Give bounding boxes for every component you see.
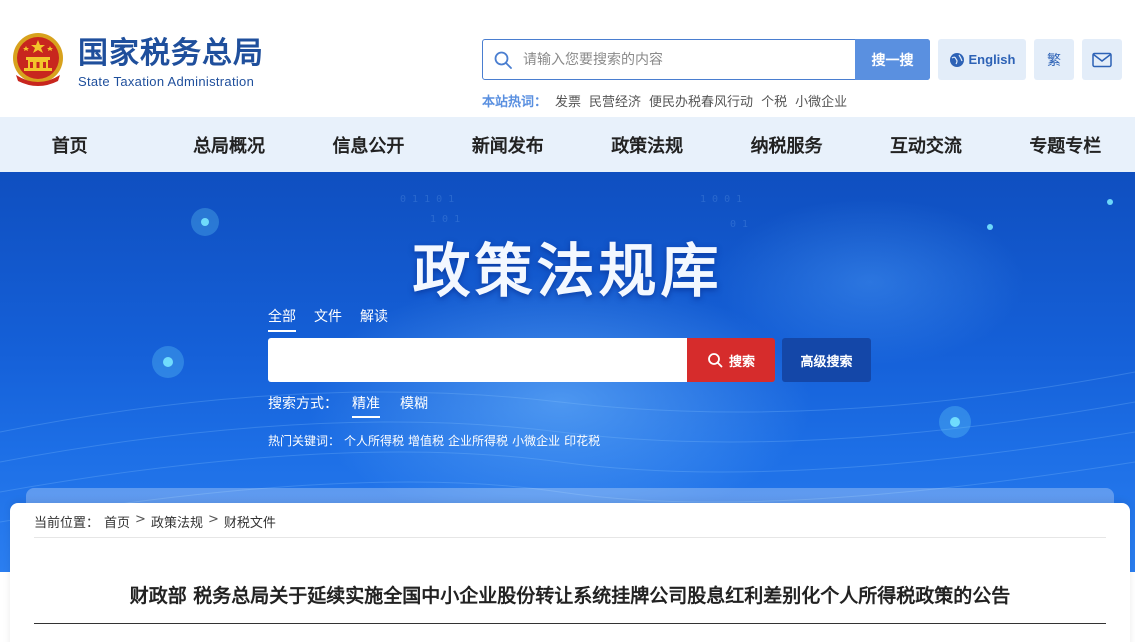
nav-item-topics[interactable]: 专题专栏 [996, 117, 1135, 172]
breadcrumb-separator: > [207, 512, 219, 527]
site-search-box: 搜一搜 [482, 39, 930, 80]
breadcrumb-tax-docs[interactable]: 财税文件 [224, 512, 276, 531]
banner-title: 政策法规库 [412, 237, 723, 305]
hot-words-label: 本站热词： [482, 95, 548, 110]
site-name-cn[interactable]: 国家税务总局 [78, 36, 264, 72]
english-label: English [968, 52, 1016, 67]
search-mode: 搜索方式： 精准 模糊 [268, 393, 428, 418]
nav-item-interaction[interactable]: 互动交流 [856, 117, 995, 172]
banner-hot-keywords: 热门关键词： 个人所得税 增值税 企业所得税 小微企业 印花税 [268, 432, 600, 449]
policy-search-input[interactable] [268, 338, 688, 382]
content-card: 当前位置： 首页 > 政策法规 > 财税文件 财政部 税务总局关于延续实施全国中… [10, 503, 1130, 642]
policy-search-button[interactable]: 搜索 [687, 338, 775, 382]
hot-keyword-link[interactable]: 增值税 [408, 432, 444, 449]
nav-item-info-disclosure[interactable]: 信息公开 [299, 117, 438, 172]
hot-word-link[interactable]: 民营经济 [589, 91, 641, 110]
breadcrumb-label: 当前位置： [34, 516, 100, 531]
breadcrumb-separator: > [135, 512, 146, 527]
hot-word-link[interactable]: 小微企业 [795, 91, 847, 110]
search-mode-exact[interactable]: 精准 [352, 393, 380, 418]
advanced-search-button[interactable]: 高级搜索 [782, 338, 871, 382]
search-icon [708, 353, 723, 368]
nav-item-policy[interactable]: 政策法规 [578, 117, 717, 172]
mail-button[interactable] [1082, 39, 1122, 80]
svg-text:0 1 1 0 1: 0 1 1 0 1 [400, 194, 454, 205]
site-search-button[interactable]: 搜一搜 [855, 39, 930, 80]
site-search-input[interactable] [523, 45, 853, 75]
title-divider [34, 623, 1106, 624]
search-mode-fuzzy[interactable]: 模糊 [394, 393, 428, 418]
national-emblem-icon[interactable] [10, 31, 66, 89]
hot-keyword-link[interactable]: 印花税 [564, 432, 600, 449]
nav-item-overview[interactable]: 总局概况 [159, 117, 298, 172]
tab-documents[interactable]: 文件 [314, 306, 342, 332]
hot-word-link[interactable]: 便民办税春风行动 [649, 91, 753, 110]
hot-word-link[interactable]: 个税 [761, 91, 787, 110]
breadcrumb-divider [34, 537, 1106, 538]
mail-icon [1092, 52, 1112, 67]
traditional-chinese-button[interactable]: 繁 [1034, 39, 1074, 80]
search-mode-label: 搜索方式： [268, 396, 338, 412]
hot-keyword-link[interactable]: 企业所得税 [448, 432, 508, 449]
search-icon [494, 51, 512, 69]
banner-tabs: 全部 文件 解读 [268, 306, 388, 332]
nav-item-tax-service[interactable]: 纳税服务 [717, 117, 856, 172]
hot-word-link[interactable]: 发票 [555, 91, 581, 110]
site-name-en[interactable]: State Taxation Administration [78, 74, 254, 89]
svg-text:1 0 0 1: 1 0 0 1 [700, 194, 742, 205]
nav-item-home[interactable]: 首页 [0, 117, 159, 172]
policy-search-label: 搜索 [728, 354, 755, 370]
english-button[interactable]: English [938, 39, 1026, 80]
breadcrumb-home[interactable]: 首页 [104, 512, 130, 531]
hot-keyword-link[interactable]: 个人所得税 [344, 432, 404, 449]
main-nav: 首页 总局概况 信息公开 新闻发布 政策法规 纳税服务 互动交流 专题专栏 [0, 117, 1135, 172]
globe-icon [949, 52, 964, 67]
site-hot-words: 本站热词： 发票 民营经济 便民办税春风行动 个税 小微企业 [482, 91, 847, 110]
hot-keywords-label: 热门关键词： [268, 434, 341, 448]
tab-interpretation[interactable]: 解读 [360, 306, 388, 332]
site-header: 国家税务总局 State Taxation Administration 搜一搜… [0, 0, 1135, 117]
document-title: 财政部 税务总局关于延续实施全国中小企业股份转让系统挂牌公司股息红利差别化个人所… [129, 585, 1011, 607]
tab-all[interactable]: 全部 [268, 306, 296, 332]
breadcrumb-policy[interactable]: 政策法规 [151, 512, 203, 531]
breadcrumb: 当前位置： 首页 > 政策法规 > 财税文件 [34, 512, 276, 531]
nav-item-news[interactable]: 新闻发布 [438, 117, 577, 172]
hot-keyword-link[interactable]: 小微企业 [512, 432, 560, 449]
